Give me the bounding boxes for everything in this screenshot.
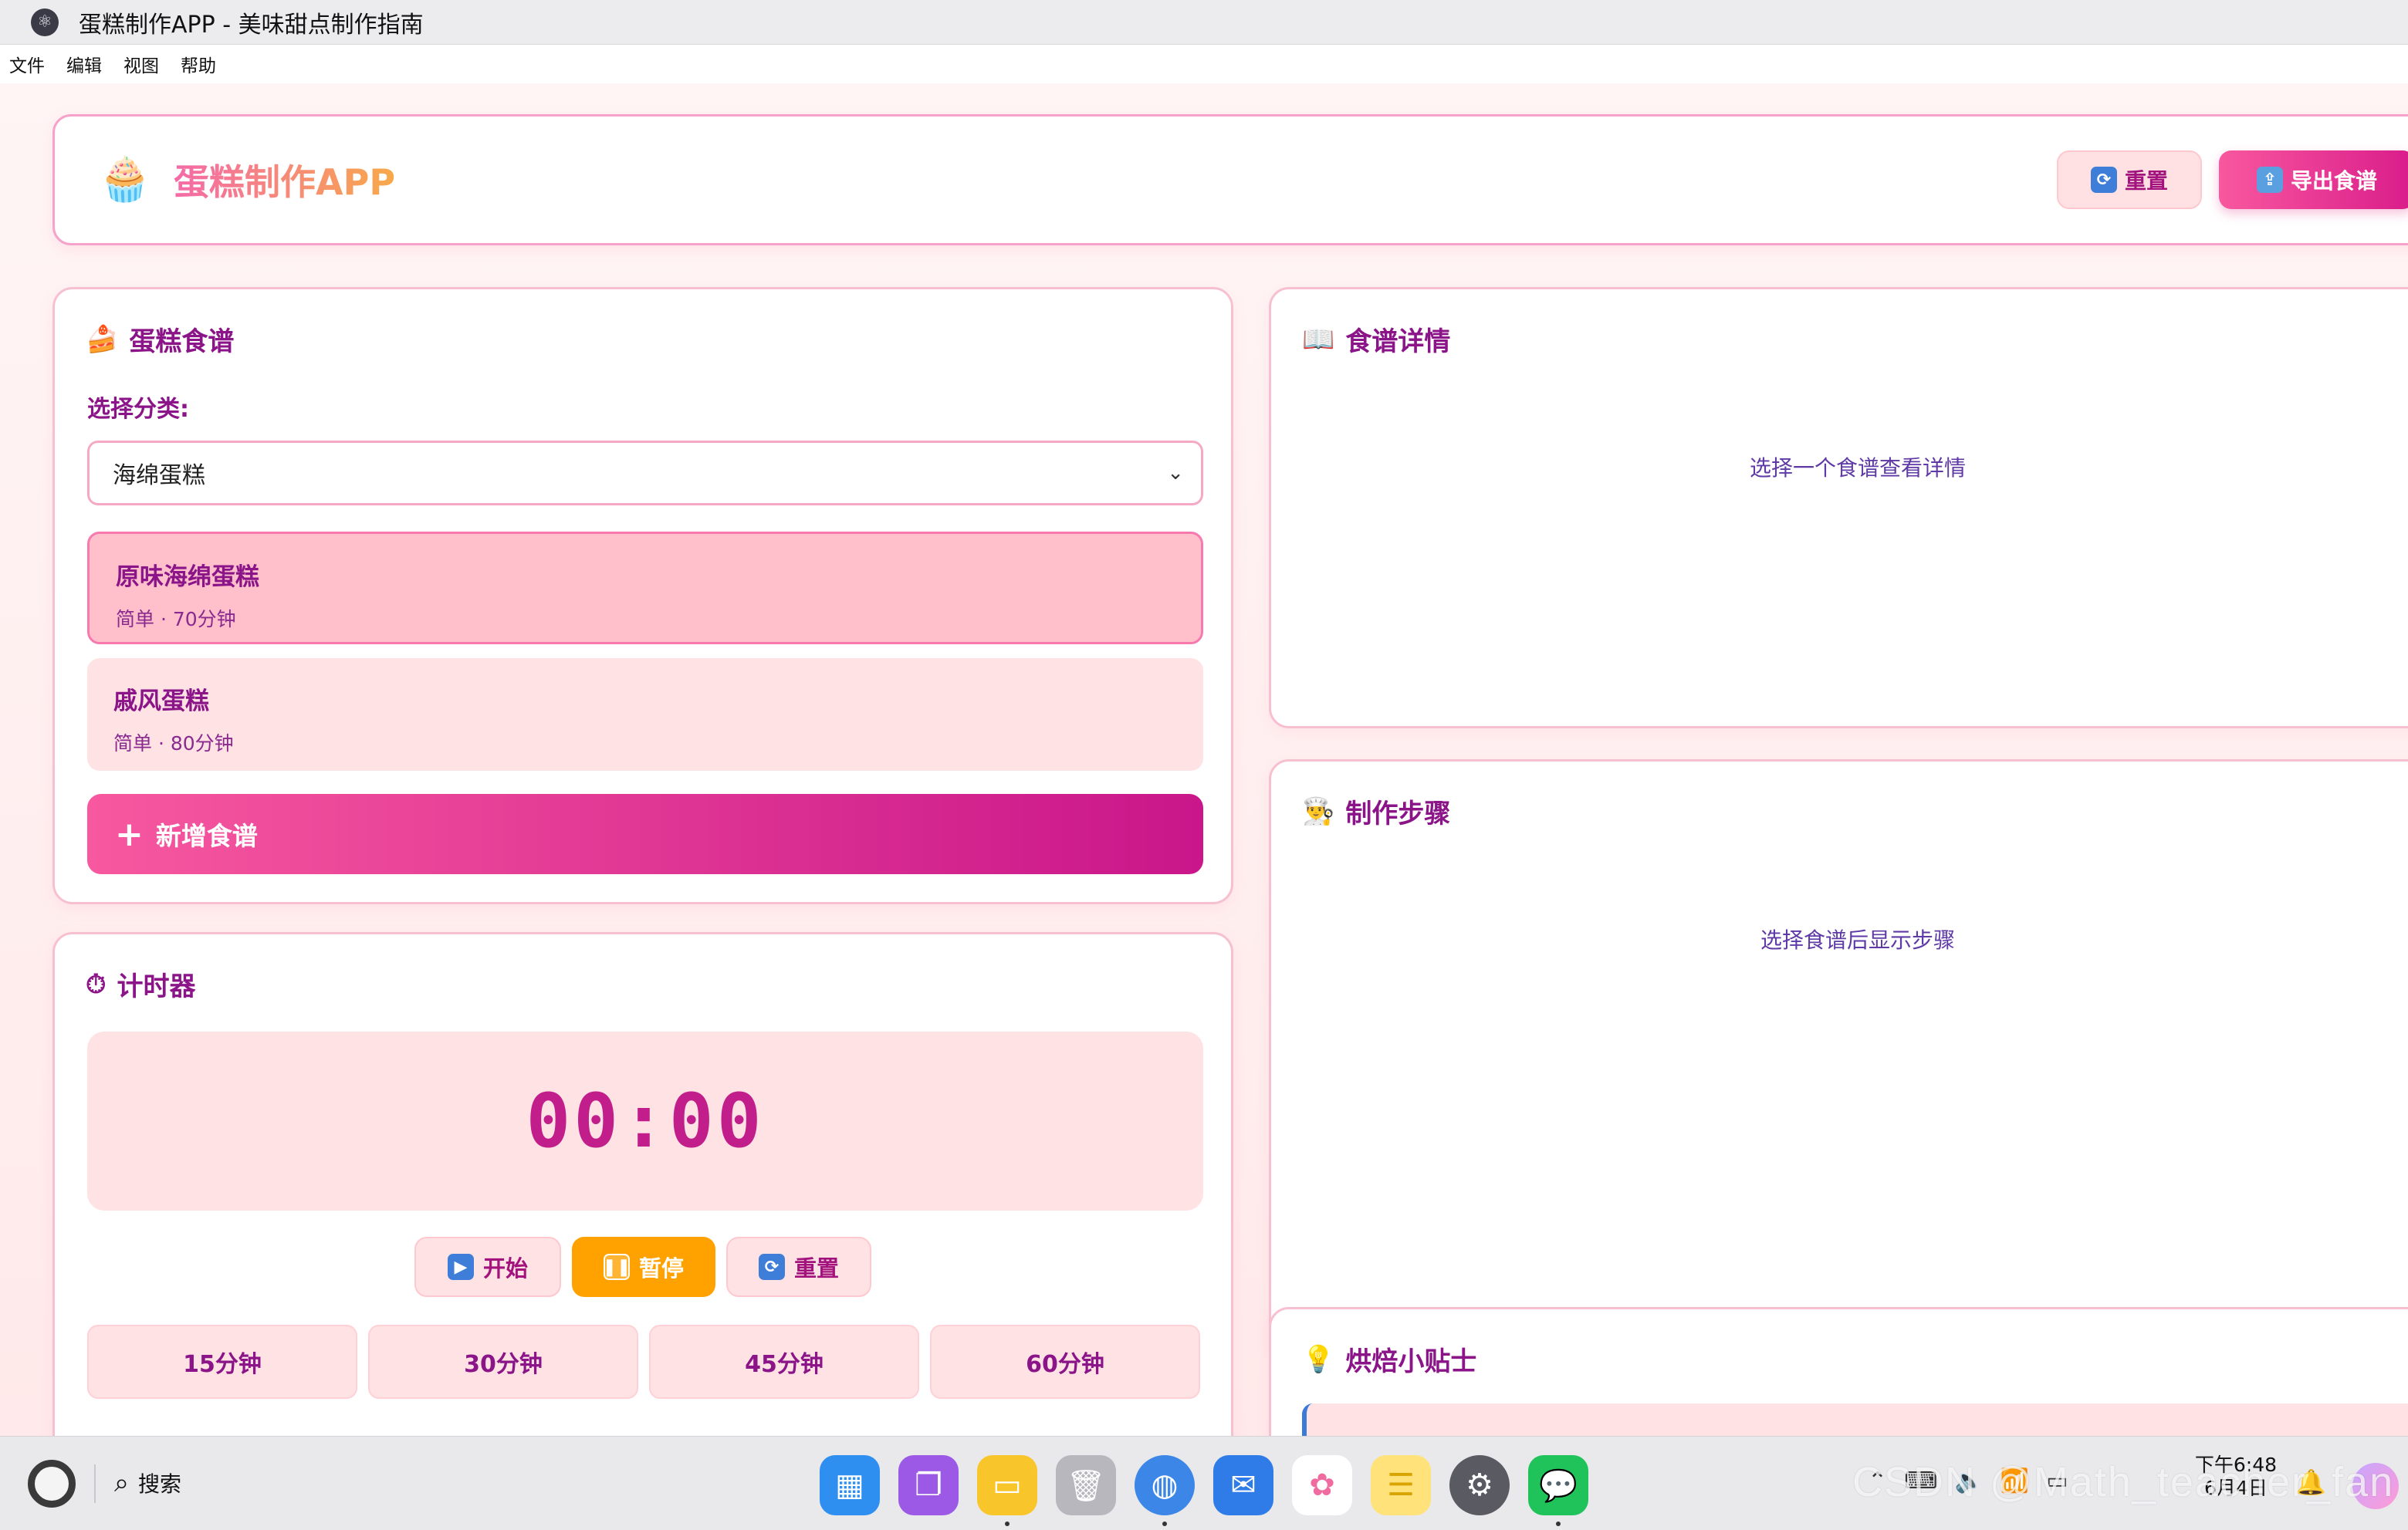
search-icon: ⌕ — [114, 1468, 130, 1498]
files-folder-icon[interactable]: ▭ — [977, 1455, 1037, 1515]
mail-icon[interactable]: ✉ — [1213, 1455, 1273, 1515]
recipe-name: 戚风蛋糕 — [113, 687, 209, 715]
timer-start-label: 开始 — [482, 1255, 528, 1282]
detail-title-text: 食谱详情 — [1345, 326, 1451, 357]
detail-title: 📖 食谱详情 — [1302, 320, 1450, 358]
window-titlebar: ⚛ 蛋糕制作APP - 美味甜点制作指南 — [0, 0, 2408, 45]
play-icon: ▶ — [447, 1254, 474, 1280]
steps-placeholder: 选择食谱后显示步骤 — [1760, 927, 1955, 953]
menu-help[interactable]: 帮助 — [181, 51, 216, 77]
chevron-down-icon: ⌄ — [1167, 461, 1184, 485]
recipes-title-text: 蛋糕食谱 — [129, 326, 235, 357]
header-reset-button[interactable]: ⟳ 重置 — [2057, 150, 2202, 209]
wechat-icon[interactable]: 💬 — [1528, 1455, 1588, 1515]
recipe-detail-card: 📖 食谱详情 选择一个食谱查看详情 — [1269, 287, 2408, 728]
export-label: 导出食谱 — [2290, 168, 2377, 194]
steps-card: 👨‍🍳 制作步骤 选择食谱后显示步骤 — [1269, 759, 2408, 1355]
recipes-card: 🍰 蛋糕食谱 选择分类: 海绵蛋糕 ⌄ 原味海绵蛋糕 简单 · 70分钟 戚风蛋… — [52, 287, 1233, 904]
tips-card: 💡 烘焙小贴士 — [1269, 1307, 2408, 1436]
multitask-icon[interactable]: ❐ — [898, 1455, 959, 1515]
category-select[interactable]: 海绵蛋糕 ⌄ — [87, 441, 1203, 505]
menu-edit[interactable]: 编辑 — [66, 51, 102, 77]
tip-item — [1302, 1403, 2408, 1436]
recipe-meta: 简单 · 70分钟 — [116, 608, 236, 630]
notes-card-icon[interactable]: ☰ — [1371, 1455, 1431, 1515]
recipes-title: 🍰 蛋糕食谱 — [86, 320, 234, 358]
app-icon: ⚛ — [31, 8, 59, 36]
timer-card: ⏱ 计时器 00:00 ▶ 开始 ❚❚ 暂停 ⟳ 重置 15分钟 30分钟 45… — [52, 932, 1233, 1436]
pause-icon: ❚❚ — [603, 1254, 631, 1280]
category-select-value: 海绵蛋糕 — [113, 462, 205, 489]
add-recipe-label: 新增食谱 — [155, 821, 258, 851]
timer-pause-label: 暂停 — [638, 1255, 684, 1282]
category-label: 选择分类: — [87, 396, 189, 423]
refresh-icon: ⟳ — [2090, 167, 2117, 193]
timer-pause-button[interactable]: ❚❚ 暂停 — [572, 1237, 715, 1297]
running-indicator — [1005, 1522, 1010, 1526]
app-header: 🧁 蛋糕制作APP ⟳ 重置 ⇪ 导出食谱 — [52, 114, 2408, 245]
trash-icon[interactable]: 🗑 — [1056, 1455, 1116, 1515]
timer-reset-label: 重置 — [793, 1255, 839, 1282]
timer-title-text: 计时器 — [117, 971, 196, 1002]
lightbulb-icon: 💡 — [1302, 1343, 1335, 1375]
open-book-icon: 📖 — [1302, 323, 1335, 355]
preset-15min-button[interactable]: 15分钟 — [87, 1325, 357, 1399]
stopwatch-icon: ⏱ — [86, 968, 107, 1000]
tips-title-text: 烘焙小贴士 — [1345, 1346, 1477, 1377]
start-button[interactable] — [28, 1460, 76, 1508]
export-tray-icon: ⇪ — [2256, 167, 2283, 193]
timer-title: ⏱ 计时器 — [86, 965, 196, 1003]
browser-icon[interactable]: ◍ — [1135, 1455, 1195, 1515]
app-title: 蛋糕制作APP — [174, 154, 395, 205]
menu-file[interactable]: 文件 — [9, 51, 45, 77]
taskbar-divider — [94, 1464, 96, 1503]
steps-title: 👨‍🍳 制作步骤 — [1302, 792, 1450, 830]
csdn-watermark: CSDN @Math_teacher_fan — [1852, 1459, 2395, 1505]
running-indicator — [1556, 1522, 1561, 1526]
timer-display: 00:00 — [87, 1032, 1203, 1211]
launcher-grid-icon[interactable]: ▦ — [820, 1455, 880, 1515]
settings-gear-icon[interactable]: ⚙ — [1449, 1455, 1510, 1515]
taskbar-search[interactable]: ⌕ 搜索 — [114, 1468, 181, 1498]
recipe-item[interactable]: 原味海绵蛋糕 简单 · 70分钟 — [87, 532, 1203, 644]
menu-view[interactable]: 视图 — [123, 51, 159, 77]
cupcake-icon: 🧁 — [98, 154, 152, 204]
photos-icon[interactable]: ✿ — [1292, 1455, 1352, 1515]
export-recipe-button[interactable]: ⇪ 导出食谱 — [2219, 150, 2408, 209]
running-indicator — [1162, 1522, 1167, 1526]
app-area: 🧁 蛋糕制作APP ⟳ 重置 ⇪ 导出食谱 🍰 蛋糕食谱 选择分类: 海绵蛋糕 … — [0, 83, 2408, 1436]
cake-slice-icon: 🍰 — [86, 323, 119, 355]
tips-title: 💡 烘焙小贴士 — [1302, 1340, 1476, 1378]
timer-reset-button[interactable]: ⟳ 重置 — [726, 1237, 871, 1297]
chef-icon: 👨‍🍳 — [1302, 795, 1335, 827]
refresh-icon: ⟳ — [758, 1254, 785, 1280]
add-recipe-button[interactable]: + 新增食谱 — [87, 794, 1203, 874]
recipe-name: 原味海绵蛋糕 — [116, 563, 259, 591]
header-reset-label: 重置 — [2124, 168, 2168, 194]
recipe-item[interactable]: 戚风蛋糕 简单 · 80分钟 — [87, 658, 1203, 771]
search-label: 搜索 — [138, 1471, 182, 1497]
preset-30min-button[interactable]: 30分钟 — [368, 1325, 638, 1399]
menu-bar: 文件 编辑 视图 帮助 — [0, 45, 2408, 83]
steps-title-text: 制作步骤 — [1345, 799, 1451, 829]
preset-45min-button[interactable]: 45分钟 — [649, 1325, 919, 1399]
window-title: 蛋糕制作APP - 美味甜点制作指南 — [79, 11, 424, 39]
timer-start-button[interactable]: ▶ 开始 — [414, 1237, 561, 1297]
detail-placeholder: 选择一个食谱查看详情 — [1749, 455, 1966, 481]
plus-icon: + — [115, 814, 144, 854]
recipe-meta: 简单 · 80分钟 — [113, 732, 234, 755]
preset-60min-button[interactable]: 60分钟 — [930, 1325, 1200, 1399]
